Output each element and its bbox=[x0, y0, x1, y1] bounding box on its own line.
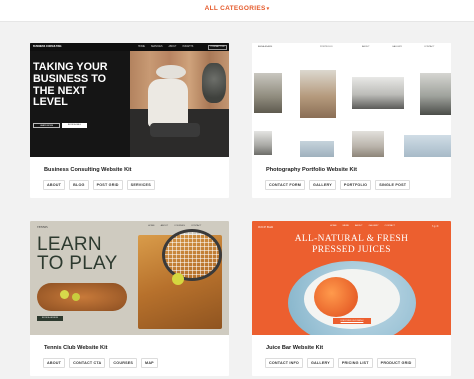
person-legs-image bbox=[150, 123, 200, 137]
tag-gallery[interactable]: GALLERY bbox=[306, 358, 334, 368]
plant-image bbox=[202, 63, 226, 103]
template-card-photography[interactable]: ANNA ADAMS PORTFOLIO ABOUT GALLERY CONTA… bbox=[252, 43, 451, 198]
person-head-image bbox=[156, 65, 186, 79]
tag-contact-cta[interactable]: CONTACT CTA bbox=[69, 358, 106, 368]
template-preview-tennis[interactable]: TENNIS HOME ABOUT COURSES CONTACT LEARN … bbox=[30, 221, 229, 335]
hero-line: PRESSED JUICES bbox=[312, 245, 391, 255]
gallery-photo bbox=[352, 77, 404, 109]
tag-about[interactable]: ABOUT bbox=[43, 180, 66, 190]
gallery-photo bbox=[352, 131, 384, 157]
preview-book-lesson-button: BOOK A LESSON bbox=[37, 316, 63, 321]
preview-logo: TENNIS bbox=[37, 225, 48, 229]
tag-portfolio[interactable]: PORTFOLIO bbox=[339, 180, 372, 190]
tag-map[interactable]: MAP bbox=[141, 358, 158, 368]
preview-nav-link: CONTACT bbox=[424, 46, 435, 48]
preview-logo: BUSINESS CONSULTING bbox=[33, 45, 62, 48]
tag-post-grid[interactable]: POST GRID bbox=[92, 180, 123, 190]
template-preview-photography[interactable]: ANNA ADAMS PORTFOLIO ABOUT GALLERY CONTA… bbox=[252, 43, 451, 157]
all-categories-dropdown[interactable]: ALL CATEGORIES▾ bbox=[0, 5, 474, 12]
gallery-photo bbox=[300, 70, 336, 118]
preview-nav-link: INSIGHTS bbox=[182, 45, 194, 48]
preview-nav-link: GALLERY bbox=[368, 225, 379, 227]
preview-hero-heading: TAKING YOUR BUSINESS TO THE NEXT LEVEL bbox=[33, 61, 108, 109]
card-title[interactable]: Business Consulting Website Kit bbox=[44, 167, 132, 173]
social-icons: f ◎ ✆ bbox=[432, 225, 439, 228]
tag-list: CONTACT INFO GALLERY PRICING LIST PRODUC… bbox=[265, 358, 416, 368]
tag-list: ABOUT BLOG POST GRID SERVICES bbox=[43, 180, 155, 190]
tennis-ball-icon bbox=[72, 293, 80, 301]
template-card-juice-bar[interactable]: JUICE BAR HOME MENU ABOUT GALLERY CONTAC… bbox=[252, 221, 451, 376]
preview-nav-link: GALLERY bbox=[392, 46, 403, 48]
preview-nav-link: HOME bbox=[148, 225, 155, 227]
template-card-tennis[interactable]: TENNIS HOME ABOUT COURSES CONTACT LEARN … bbox=[30, 221, 229, 376]
tag-gallery[interactable]: GALLERY bbox=[309, 180, 336, 190]
hero-line: LEARN bbox=[37, 234, 102, 255]
preview-logo: ANNA ADAMS bbox=[258, 46, 273, 48]
card-title[interactable]: Photography Portfolio Website Kit bbox=[266, 167, 357, 173]
card-title[interactable]: Tennis Club Website Kit bbox=[44, 345, 108, 351]
preview-nav-link: COURSES bbox=[174, 225, 185, 227]
gallery-photo bbox=[300, 141, 334, 157]
preview-hero-heading: LEARN TO PLAY bbox=[37, 235, 118, 273]
tennis-racket-image bbox=[162, 229, 222, 281]
preview-nav-link: HOME bbox=[330, 225, 337, 227]
tag-single-post[interactable]: SINGLE POST bbox=[375, 180, 411, 190]
person-body-image bbox=[148, 79, 188, 127]
preview-nav-link: CONTACT bbox=[190, 225, 202, 227]
chevron-down-icon: ▾ bbox=[266, 6, 270, 12]
hero-line: TO PLAY bbox=[37, 253, 118, 274]
tag-about[interactable]: ABOUT bbox=[43, 358, 66, 368]
tag-blog[interactable]: BLOG bbox=[69, 180, 89, 190]
preview-nav-links: HOME MENU ABOUT GALLERY CONTACT bbox=[330, 225, 395, 227]
preview-nav-link: PORTFOLIO bbox=[320, 46, 333, 48]
gallery-photo bbox=[404, 135, 451, 157]
preview-nav-link: CONTACT bbox=[384, 225, 396, 227]
category-filter-bar: ALL CATEGORIES▾ bbox=[0, 0, 474, 22]
preview-discover-menu-button: DISCOVER OUR MENU bbox=[333, 318, 371, 324]
preview-logo: JUICE BAR bbox=[258, 225, 274, 229]
card-title[interactable]: Juice Bar Website Kit bbox=[266, 345, 323, 351]
preview-nav-link: ABOUT bbox=[362, 46, 370, 48]
tennis-ball-icon bbox=[172, 273, 184, 285]
tennis-court-image bbox=[37, 283, 127, 311]
preview-nav-link: MENU bbox=[342, 225, 350, 227]
preview-nav-link: SERVICES bbox=[150, 45, 163, 48]
tennis-ball-icon bbox=[60, 290, 69, 299]
grapefruit-image bbox=[314, 277, 358, 317]
preview-hero-heading: ALL-NATURAL & FRESH PRESSED JUICES bbox=[252, 234, 451, 256]
preview-book-call-button: BOOK A CALL bbox=[62, 123, 87, 128]
preview-learn-more-button: LEARN MORE bbox=[33, 123, 60, 128]
tag-list: CONTACT FORM GALLERY PORTFOLIO SINGLE PO… bbox=[265, 180, 411, 190]
template-preview-juice-bar[interactable]: JUICE BAR HOME MENU ABOUT GALLERY CONTAC… bbox=[252, 221, 451, 335]
gallery-photo bbox=[254, 131, 272, 155]
tag-courses[interactable]: COURSES bbox=[109, 358, 138, 368]
tag-pricing-list[interactable]: PRICING LIST bbox=[337, 358, 373, 368]
preview-nav-link: ABOUT bbox=[168, 45, 177, 48]
tag-contact-form[interactable]: CONTACT FORM bbox=[265, 180, 306, 190]
template-preview-business[interactable]: BUSINESS CONSULTING HOME SERVICES ABOUT … bbox=[30, 43, 229, 157]
tag-list: ABOUT CONTACT CTA COURSES MAP bbox=[43, 358, 158, 368]
all-categories-label: ALL CATEGORIES bbox=[204, 5, 266, 12]
gallery-photo bbox=[420, 73, 451, 115]
tag-services[interactable]: SERVICES bbox=[126, 180, 155, 190]
preview-nav-links: HOME ABOUT COURSES CONTACT bbox=[148, 225, 201, 227]
preview-nav-link: ABOUT bbox=[355, 225, 363, 227]
tag-contact-info[interactable]: CONTACT INFO bbox=[265, 358, 303, 368]
hero-line: ALL-NATURAL & FRESH bbox=[294, 234, 409, 244]
preview-nav-links: HOME SERVICES ABOUT INSIGHTS bbox=[138, 46, 193, 48]
template-card-business[interactable]: BUSINESS CONSULTING HOME SERVICES ABOUT … bbox=[30, 43, 229, 198]
preview-nav-link: HOME bbox=[138, 45, 145, 48]
preview-nav-link: ABOUT bbox=[160, 225, 169, 227]
gallery-photo bbox=[254, 73, 282, 113]
preview-contact-button: CONTACT US bbox=[208, 44, 228, 50]
tag-product-grid[interactable]: PRODUCT GRID bbox=[376, 358, 416, 368]
